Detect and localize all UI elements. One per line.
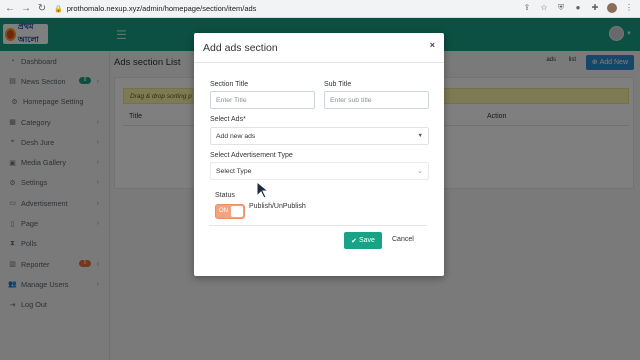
divider (209, 225, 427, 226)
section-title-label: Section Title (210, 81, 249, 88)
select-ads-value: Add new ads (216, 133, 256, 140)
close-icon[interactable]: × (430, 40, 435, 50)
forward-icon[interactable]: → (20, 3, 32, 15)
reload-icon[interactable]: ↻ (36, 3, 48, 15)
chevron-down-icon: ⌄ (417, 168, 423, 175)
extension-circle-icon[interactable]: ● (573, 3, 583, 13)
select-ads-dropdown[interactable]: Add new ads ▼ (210, 127, 429, 145)
puzzle-icon[interactable]: ✚ (590, 3, 600, 13)
save-button[interactable]: ✔ Save (344, 232, 382, 249)
check-icon: ✔ (351, 237, 357, 245)
back-icon[interactable]: ← (4, 3, 16, 15)
status-toggle[interactable]: ON (215, 204, 245, 219)
ad-type-dropdown[interactable]: Select Type ⌄ (210, 162, 429, 180)
menu-dots-icon[interactable]: ⋮ (624, 3, 634, 13)
ad-type-value: Select Type (216, 168, 252, 175)
shield-icon[interactable]: ⛨ (556, 3, 566, 13)
ad-type-label: Select Advertisement Type (210, 152, 293, 159)
profile-avatar[interactable] (607, 3, 617, 13)
modal-title: Add ads section (203, 42, 278, 54)
dropdown-caret-icon: ▼ (417, 133, 423, 139)
cancel-button[interactable]: Cancel (392, 236, 414, 243)
add-ads-section-modal: Add ads section × Section Title Sub Titl… (194, 33, 444, 276)
status-label: Status (215, 192, 235, 199)
sub-title-label: Sub Title (324, 81, 352, 88)
toggle-on-text: ON (219, 208, 228, 214)
lock-icon: 🔒 (54, 5, 63, 13)
select-ads-label: Select Ads* (210, 116, 246, 123)
share-icon[interactable]: ⇪ (522, 3, 532, 13)
browser-toolbar: ← → ↻ 🔒 prothomalo.nexup.xyz/admin/homep… (0, 0, 640, 18)
divider (194, 62, 444, 63)
section-title-input[interactable] (210, 91, 315, 109)
save-label: Save (358, 237, 375, 244)
mouse-cursor-icon (256, 181, 270, 199)
url-text: prothomalo.nexup.xyz/admin/homepage/sect… (66, 4, 257, 13)
star-icon[interactable]: ☆ (539, 3, 549, 13)
status-text: Publish/UnPublish (249, 203, 306, 210)
toggle-knob (231, 206, 243, 217)
address-bar[interactable]: 🔒 prothomalo.nexup.xyz/admin/homepage/se… (54, 4, 256, 13)
sub-title-input[interactable] (324, 91, 429, 109)
